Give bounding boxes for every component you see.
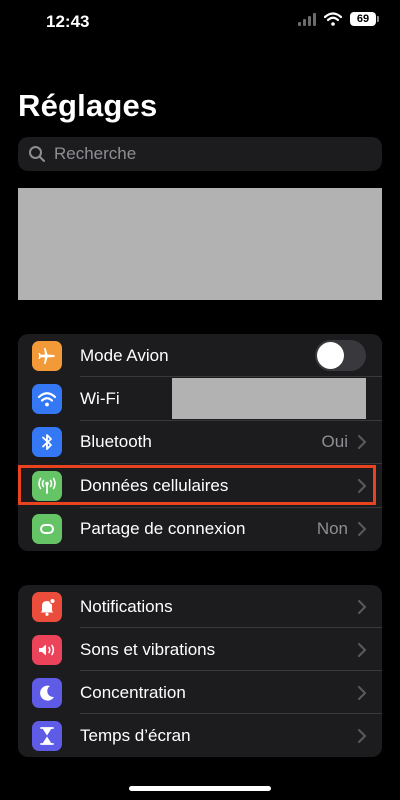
chevron-right-icon <box>358 435 366 450</box>
status-bar: 12:43 69 <box>0 0 400 44</box>
chevron-right-icon <box>358 728 366 743</box>
search-input[interactable] <box>52 143 356 165</box>
search-icon <box>29 146 45 162</box>
profile-card-redacted[interactable] <box>18 188 382 300</box>
chevron-right-icon <box>358 685 366 700</box>
settings-row-label: Sons et vibrations <box>80 639 216 659</box>
settings-row-sounds[interactable]: Sons et vibrations <box>18 628 382 671</box>
cellular-signal-icon <box>298 12 316 26</box>
settings-row-label: Bluetooth <box>80 432 152 452</box>
page-title: Réglages <box>18 88 158 123</box>
hourglass-icon <box>32 720 62 751</box>
settings-row-notifications[interactable]: Notifications <box>18 585 382 628</box>
notifications-group: Notifications Sons et vibrations Concent… <box>18 585 382 757</box>
battery-level: 69 <box>356 13 370 25</box>
settings-row-label: Temps d’écran <box>80 725 191 745</box>
wifi-icon <box>32 384 62 415</box>
airplane-mode-toggle[interactable] <box>315 340 366 372</box>
wifi-network-redacted <box>172 378 366 419</box>
settings-row-bluetooth[interactable]: Bluetooth Oui <box>18 421 382 465</box>
toggle-knob <box>317 342 344 370</box>
bluetooth-status-value: Oui <box>321 432 348 452</box>
settings-row-mode-avion[interactable]: Mode Avion <box>18 334 382 378</box>
settings-row-label: Concentration <box>80 682 186 702</box>
settings-row-screen-time[interactable]: Temps d’écran <box>18 714 382 757</box>
status-time: 12:43 <box>46 12 90 31</box>
highlight-box <box>18 465 376 505</box>
search-bar[interactable] <box>18 137 382 171</box>
link-icon <box>32 514 62 545</box>
home-indicator[interactable] <box>129 786 271 791</box>
chevron-right-icon <box>358 522 366 537</box>
settings-row-hotspot[interactable]: Partage de connexion Non <box>18 508 382 551</box>
bell-icon <box>32 591 62 622</box>
chevron-right-icon <box>358 599 366 614</box>
connectivity-group: Mode Avion Wi-Fi Bluetooth Oui Données c… <box>18 334 382 551</box>
chevron-right-icon <box>358 642 366 657</box>
moon-icon <box>32 677 62 708</box>
settings-row-focus[interactable]: Concentration <box>18 671 382 714</box>
settings-row-label: Partage de connexion <box>80 519 246 539</box>
airplane-icon <box>32 340 62 371</box>
battery-icon: 69 <box>350 12 379 26</box>
status-icons: 69 <box>298 12 379 26</box>
hotspot-status-value: Non <box>316 519 348 539</box>
bluetooth-icon <box>32 427 62 458</box>
settings-row-label: Mode Avion <box>80 345 169 365</box>
speaker-icon <box>32 634 62 665</box>
wifi-status-icon <box>324 12 342 26</box>
settings-row-label: Notifications <box>80 596 173 616</box>
